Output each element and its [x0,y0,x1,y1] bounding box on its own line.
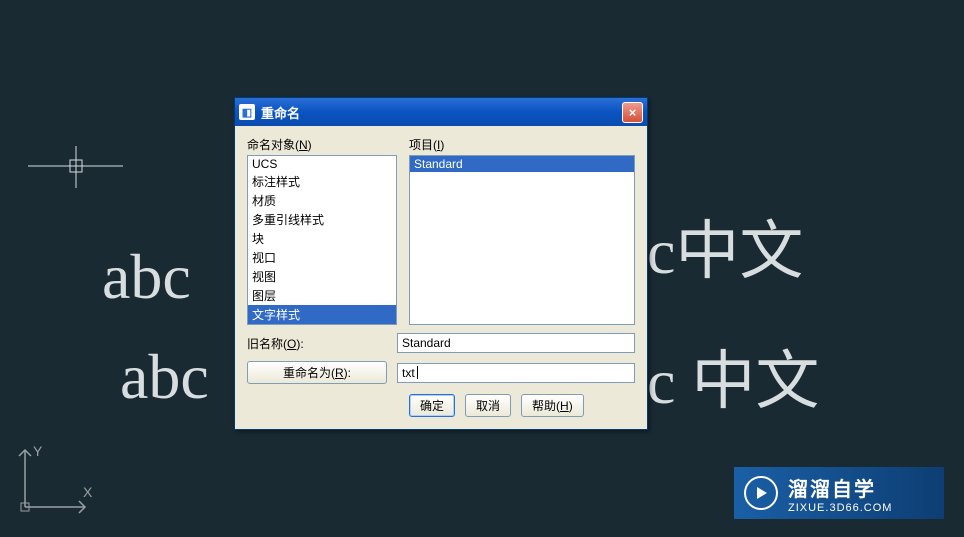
named-object-item[interactable]: 视图 [248,267,396,286]
dialog-titlebar[interactable]: ◧ 重命名 × [235,98,647,126]
named-object-item[interactable]: 材质 [248,191,396,210]
canvas-text-abc-2: abc [120,340,209,414]
app-icon: ◧ [239,104,255,120]
items-label: 项目(I) [409,136,635,153]
named-object-item[interactable]: 图层 [248,286,396,305]
named-object-item[interactable]: 标注样式 [248,172,396,191]
old-name-input[interactable]: Standard [397,333,635,353]
play-icon [744,476,778,510]
project-item[interactable]: Standard [410,156,634,172]
old-name-label: 旧名称(O): [247,335,387,352]
named-object-item[interactable]: 视口 [248,248,396,267]
svg-text:X: X [83,484,93,500]
svg-text:Y: Y [33,443,43,459]
items-listbox[interactable]: Standard [409,155,635,325]
rename-dialog: ◧ 重命名 × 命名对象(N) UCS标注样式材质多重引线样式块视口视图图层文字… [234,97,648,430]
help-button[interactable]: 帮助(H) [521,394,584,417]
named-object-item[interactable]: 块 [248,229,396,248]
named-objects-label: 命名对象(N) [247,136,397,153]
rename-to-button[interactable]: 重命名为(R): [247,361,387,384]
ok-button[interactable]: 确定 [409,394,455,417]
named-objects-listbox[interactable]: UCS标注样式材质多重引线样式块视口视图图层文字样式线型 [247,155,397,325]
ucs-indicator: X Y [15,442,95,522]
named-object-item[interactable]: UCS [248,156,396,172]
crosshair-cursor [28,146,148,266]
watermark: 溜溜自学 ZIXUE.3D66.COM [734,467,944,519]
named-object-item[interactable]: 线型 [248,324,396,325]
named-object-item[interactable]: 文字样式 [248,305,396,324]
dialog-title: 重命名 [261,103,622,122]
canvas-text-chinese-1: c中文 [647,200,803,292]
canvas-text-chinese-2: c 中文 [647,330,819,422]
named-object-item[interactable]: 多重引线样式 [248,210,396,229]
text-caret [417,366,418,379]
watermark-brand: 溜溜自学 [788,473,892,502]
cancel-button[interactable]: 取消 [465,394,511,417]
watermark-url: ZIXUE.3D66.COM [788,502,892,514]
close-button[interactable]: × [622,102,643,123]
new-name-input[interactable]: txt [397,363,635,383]
